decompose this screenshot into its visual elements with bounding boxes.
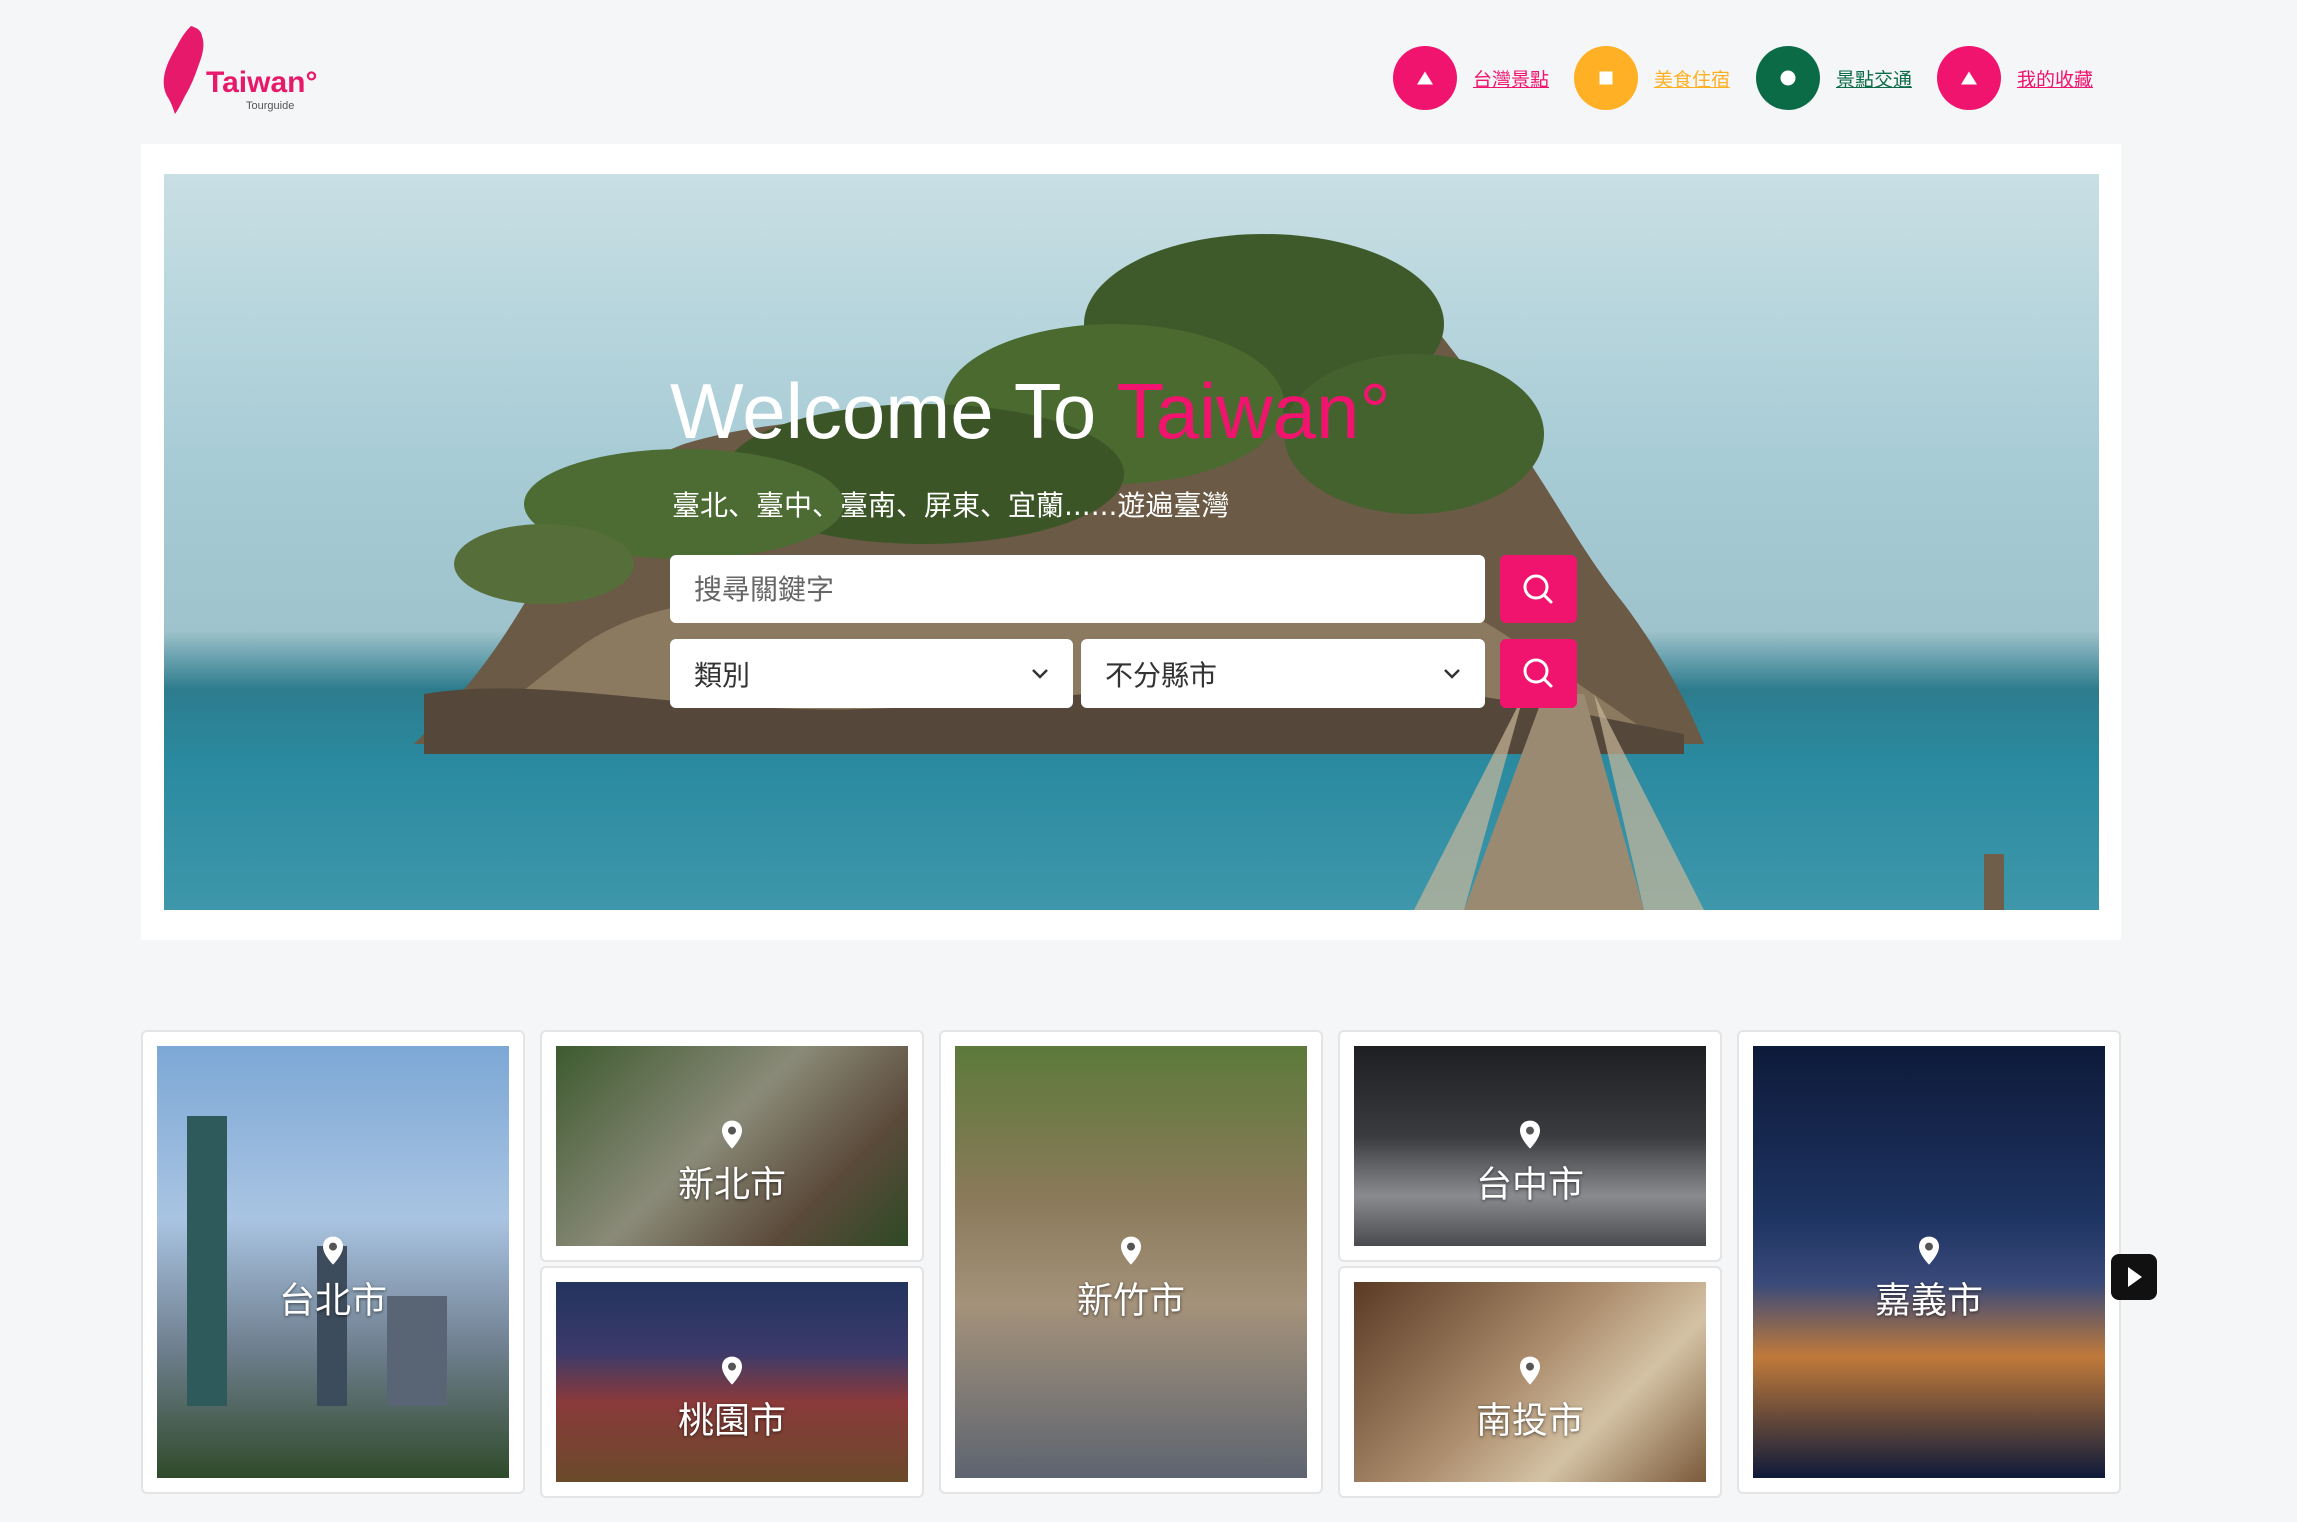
location-pin-icon — [1520, 1120, 1540, 1149]
location-pin-icon — [1121, 1236, 1141, 1265]
city-card-hsinchu[interactable]: 新竹市 — [939, 1030, 1323, 1494]
location-pin-icon — [323, 1236, 343, 1265]
city-card-taichung[interactable]: 台中市 — [1338, 1030, 1722, 1262]
chevron-down-icon — [1032, 668, 1048, 679]
city-card-taipei[interactable]: 台北市 — [141, 1030, 525, 1494]
city-card-nantou[interactable]: 南投市 — [1338, 1266, 1722, 1498]
city-card-taoyuan[interactable]: 桃園市 — [540, 1266, 924, 1498]
category-select[interactable]: 類別 — [670, 639, 1073, 708]
site-logo[interactable]: Taiwan° Tourguide — [161, 24, 321, 120]
chevron-down-icon — [1444, 668, 1460, 679]
keyword-search-input[interactable] — [670, 555, 1485, 623]
nav-item-attractions[interactable]: 台灣景點 — [1393, 46, 1549, 110]
carousel-next-button[interactable] — [2111, 1254, 2157, 1300]
city-name: 台中市 — [1475, 1164, 1584, 1206]
triangle-icon — [1937, 46, 2001, 110]
location-pin-icon — [722, 1356, 742, 1385]
city-card-new-taipei[interactable]: 新北市 — [540, 1030, 924, 1262]
nav-item-food-lodging[interactable]: 美食住宿 — [1574, 46, 1730, 110]
circle-icon — [1756, 46, 1820, 110]
city-name: 新北市 — [677, 1164, 786, 1206]
hero-title-prefix: Welcome To — [670, 367, 1117, 455]
hero-title-accent: Taiwan° — [1116, 367, 1391, 455]
hero-title: Welcome To Taiwan° — [670, 366, 1391, 457]
search-icon — [1523, 658, 1553, 688]
city-card-chiayi[interactable]: 嘉義市 — [1737, 1030, 2121, 1494]
nav-label-transport[interactable]: 景點交通 — [1836, 65, 1912, 92]
hero-image — [164, 174, 2099, 910]
city-name: 嘉義市 — [1874, 1280, 1983, 1322]
triangle-icon — [1393, 46, 1457, 110]
category-select-value: 類別 — [694, 658, 751, 692]
nav-label-food-lodging[interactable]: 美食住宿 — [1654, 65, 1730, 92]
city-name: 南投市 — [1475, 1400, 1584, 1442]
hero-subtitle: 臺北、臺中、臺南、屏東、宜蘭......遊遍臺灣 — [672, 489, 1230, 522]
location-pin-icon — [1919, 1236, 1939, 1265]
location-pin-icon — [1520, 1356, 1540, 1385]
square-icon — [1574, 46, 1638, 110]
logo-wordmark: Taiwan° — [206, 66, 318, 99]
city-name: 新竹市 — [1076, 1280, 1185, 1322]
logo-subtitle: Tourguide — [246, 100, 295, 112]
nav-item-transport[interactable]: 景點交通 — [1756, 46, 1912, 110]
taiwan-island-icon — [163, 26, 204, 114]
city-name: 桃園市 — [677, 1400, 786, 1442]
island-scenery — [414, 234, 2004, 910]
play-icon — [2128, 1267, 2142, 1287]
city-name: 台北市 — [278, 1280, 387, 1322]
keyword-search-button[interactable] — [1500, 555, 1577, 623]
city-select[interactable]: 不分縣市 — [1081, 639, 1485, 708]
search-icon — [1523, 574, 1553, 604]
city-select-value: 不分縣市 — [1105, 658, 1218, 692]
location-pin-icon — [722, 1120, 742, 1149]
nav-label-favorites[interactable]: 我的收藏 — [2017, 65, 2093, 92]
filter-search-button[interactable] — [1500, 639, 1577, 708]
nav-label-attractions[interactable]: 台灣景點 — [1473, 65, 1549, 92]
nav-item-favorites[interactable]: 我的收藏 — [1937, 46, 2093, 110]
